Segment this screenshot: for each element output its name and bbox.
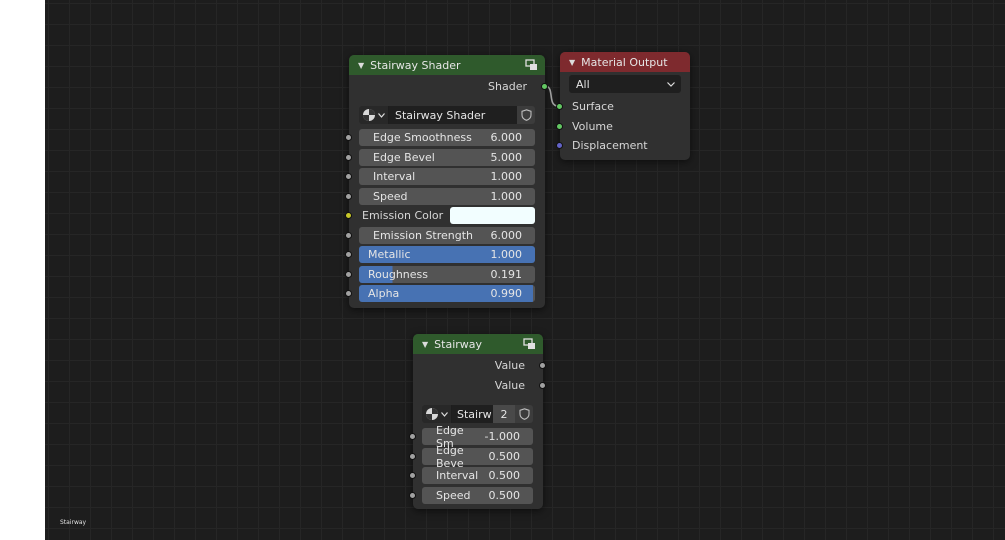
dropdown-chevron-icon	[667, 81, 675, 87]
edge-beve-socket[interactable]	[409, 453, 416, 460]
stairway-shader-header[interactable]: ▼ Stairway Shader	[349, 55, 545, 75]
field-value: 1.000	[490, 190, 523, 203]
stairway-shader-node[interactable]: ▼ Stairway Shader Shader Stairway Shader…	[345, 55, 548, 308]
roughness-slider[interactable]: Roughness 0.191	[359, 266, 535, 283]
node-title: Stairway Shader	[370, 58, 461, 72]
edge-beve-field[interactable]: Edge Beve 0.500	[422, 444, 533, 470]
speed-socket[interactable]	[345, 193, 352, 200]
material-output-header[interactable]: ▼ Material Output	[560, 52, 690, 72]
field-value: 0.500	[488, 489, 521, 502]
collapse-arrow-icon[interactable]: ▼	[358, 61, 364, 70]
field-label: Edge Bevel	[373, 151, 435, 164]
datablock-name-field[interactable]: Stairway Shader	[389, 106, 517, 124]
displacement-input-socket[interactable]	[556, 142, 563, 149]
alpha-socket[interactable]	[345, 290, 352, 297]
metallic-slider[interactable]: Metallic 1.000	[359, 246, 535, 263]
field-value: 1.000	[490, 248, 523, 261]
shader-output-label: Shader	[488, 80, 527, 93]
datablock-browse-button[interactable]	[359, 106, 389, 124]
edge-smoothness-field[interactable]: Edge Smoothness 6.000	[359, 129, 535, 146]
field-value: 6.000	[490, 229, 523, 242]
node-group-datablock[interactable]: Stairway Shader	[359, 106, 535, 124]
editor-context-label: Stairway	[60, 519, 87, 526]
node-editor-canvas[interactable]: ▼ Stairway Shader Shader Stairway Shader…	[45, 0, 1005, 540]
field-value: -1.000	[484, 430, 520, 443]
emission-strength-socket[interactable]	[345, 232, 352, 239]
field-value: 0.191	[490, 268, 523, 281]
field-label: Edge Beve	[436, 443, 464, 470]
surface-label: Surface	[572, 100, 614, 113]
surface-input-socket[interactable]	[556, 103, 563, 110]
field-label: Metallic	[368, 248, 411, 261]
volume-label: Volume	[572, 120, 613, 133]
field-label: Speed	[373, 190, 408, 203]
volume-input-socket[interactable]	[556, 123, 563, 130]
output-target-dropdown[interactable]: All	[569, 75, 681, 93]
interval-field[interactable]: Interval 1.000	[359, 168, 535, 185]
node-group-datablock[interactable]: Stairw 2	[422, 405, 533, 423]
value-output-label-1: Value	[494, 359, 525, 372]
shader-output-socket[interactable]	[541, 83, 548, 90]
fake-user-toggle[interactable]	[517, 106, 535, 124]
speed-field[interactable]: Speed 0.500	[422, 487, 533, 504]
field-value: 5.000	[490, 151, 523, 164]
fake-user-shield-icon	[518, 408, 530, 420]
material-sphere-icon	[363, 109, 375, 121]
interval-socket[interactable]	[409, 472, 416, 479]
datablock-name-field[interactable]: Stairw	[452, 405, 493, 423]
datablock-browse-button[interactable]	[422, 405, 452, 423]
emission-color-label: Emission Color	[362, 209, 444, 222]
roughness-socket[interactable]	[345, 271, 352, 278]
edge-bevel-socket[interactable]	[345, 154, 352, 161]
value-output-label-2: Value	[494, 379, 525, 392]
field-label: Speed	[436, 489, 471, 502]
field-value: 0.500	[488, 450, 521, 463]
speed-socket[interactable]	[409, 492, 416, 499]
emission-color-swatch[interactable]	[450, 207, 535, 224]
field-value: 6.000	[490, 131, 523, 144]
node-title: Stairway	[434, 337, 483, 351]
displacement-label: Displacement	[572, 139, 648, 152]
edge-bevel-field[interactable]: Edge Bevel 5.000	[359, 149, 535, 166]
dropdown-value: All	[576, 77, 590, 91]
field-value: 0.500	[488, 469, 521, 482]
field-label: Emission Strength	[373, 229, 474, 242]
fake-user-shield-icon	[520, 109, 532, 121]
field-value: 0.990	[490, 287, 523, 300]
field-label: Alpha	[368, 287, 400, 300]
dropdown-chevron-icon	[378, 112, 385, 118]
interval-field[interactable]: Interval 0.500	[422, 467, 533, 484]
material-sphere-icon	[426, 408, 438, 420]
edge-sm-socket[interactable]	[409, 433, 416, 440]
field-label: Interval	[373, 170, 416, 183]
edge-smoothness-socket[interactable]	[345, 134, 352, 141]
node-group-icon[interactable]	[523, 338, 536, 350]
stairway-header[interactable]: ▼ Stairway	[413, 334, 543, 354]
field-label: Edge Smoothness	[373, 131, 472, 144]
alpha-slider[interactable]: Alpha 0.990	[359, 285, 535, 302]
field-label: Roughness	[368, 268, 429, 281]
value-output-socket-1[interactable]	[539, 362, 546, 369]
field-value: 1.000	[490, 170, 523, 183]
fake-user-toggle[interactable]	[515, 405, 533, 423]
dropdown-chevron-icon	[441, 411, 448, 417]
emission-strength-field[interactable]: Emission Strength 6.000	[359, 227, 535, 244]
emission-color-socket[interactable]	[345, 212, 352, 219]
collapse-arrow-icon[interactable]: ▼	[422, 340, 428, 349]
interval-socket[interactable]	[345, 173, 352, 180]
material-output-node[interactable]: ▼ Material Output All Surface Volume Dis…	[556, 52, 690, 160]
node-group-icon[interactable]	[525, 59, 538, 71]
field-label: Interval	[436, 469, 479, 482]
metallic-socket[interactable]	[345, 251, 352, 258]
stairway-node[interactable]: ▼ Stairway Value Value Stairw 2 Edge Sm …	[409, 334, 546, 509]
datablock-users-count[interactable]: 2	[493, 405, 515, 423]
speed-field[interactable]: Speed 1.000	[359, 188, 535, 205]
collapse-arrow-icon[interactable]: ▼	[569, 58, 575, 67]
value-output-socket-2[interactable]	[539, 382, 546, 389]
node-title: Material Output	[581, 55, 668, 69]
edge-sm-field[interactable]: Edge Sm -1.000	[422, 424, 533, 450]
